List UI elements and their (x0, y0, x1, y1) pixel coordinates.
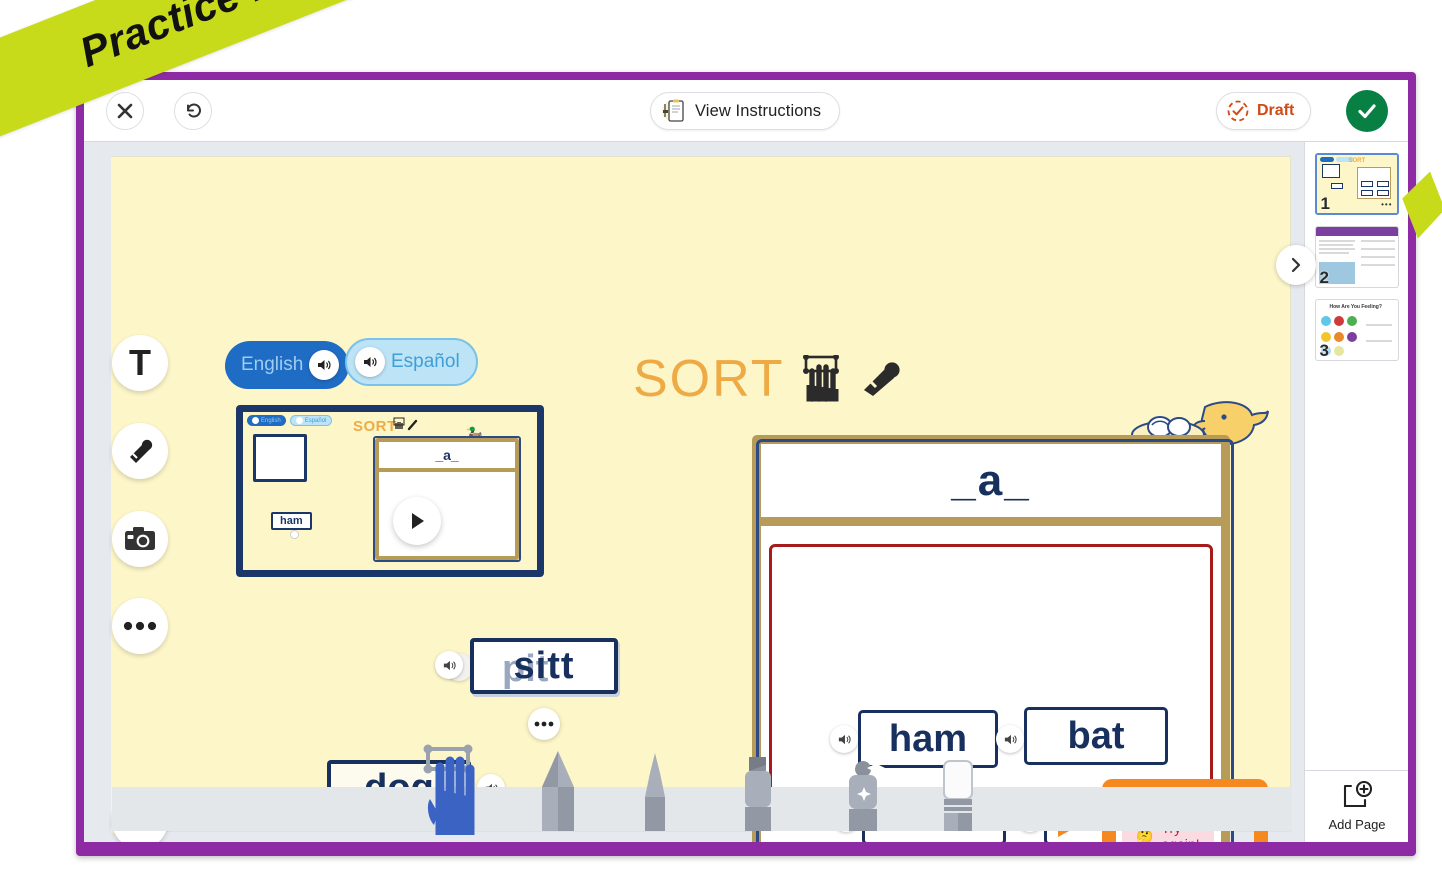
word-card-label: ham (888, 717, 968, 760)
mini-white-box (253, 434, 307, 482)
mini-target-pattern: _a_ (379, 442, 515, 472)
page-number: 3 (1319, 341, 1329, 360)
sidebar-item-camera-tool[interactable] (112, 511, 168, 567)
sidebar-item-more-tool[interactable] (112, 598, 168, 654)
draft-status-button[interactable]: Draft (1216, 92, 1312, 130)
page-number: 1 (1320, 194, 1330, 213)
sort-title-text: SORT (633, 350, 785, 408)
app-root: View Instructions Draft English Español … (0, 0, 1442, 874)
language-label-espanol: Español (391, 351, 460, 372)
thumb3-title: How Are You Feeling? (1329, 304, 1382, 310)
check-icon (1358, 104, 1376, 119)
move-tool[interactable] (422, 743, 492, 835)
undo-icon (187, 103, 201, 118)
speaker-icon[interactable] (355, 347, 385, 377)
canvas-tool-rail: T (111, 157, 168, 842)
speaker-icon[interactable] (830, 725, 858, 753)
draft-circle-check-icon (1227, 100, 1249, 122)
target-pattern: _a_ (951, 455, 1031, 505)
drag-hand-icon (802, 355, 839, 402)
mini-word-chip: ham (271, 512, 312, 530)
view-instructions-label: View Instructions (695, 101, 822, 120)
draft-label: Draft (1257, 102, 1295, 119)
pencil-tool[interactable] (532, 749, 584, 831)
word-card-label: sitt (513, 644, 575, 687)
play-icon (412, 513, 424, 529)
sidebar-item-record-tool[interactable] (112, 423, 168, 479)
thumb1-sort-label: SORT (1348, 158, 1366, 164)
language-button-espanol[interactable]: Español (345, 338, 478, 386)
language-button-english[interactable]: English (225, 341, 350, 389)
mini-word-dot (290, 530, 299, 539)
mini-cloud-english: English (247, 415, 286, 426)
drawing-tool-shelf (112, 787, 1292, 831)
ellipsis-icon (534, 721, 554, 727)
add-page-label: Add Page (1328, 817, 1386, 832)
top-toolbar: View Instructions Draft (84, 80, 1408, 142)
speaker-icon[interactable] (996, 725, 1024, 753)
play-button[interactable] (393, 497, 441, 545)
sidebar-item-text-tool[interactable]: T (112, 335, 168, 391)
chevron-right-icon (1291, 257, 1301, 273)
mini-cloud-espanol: Español (289, 415, 333, 426)
camera-icon (125, 527, 155, 550)
add-page-icon (1343, 781, 1373, 808)
page-thumbnail-3[interactable]: How Are You Feeling? 3 (1314, 299, 1399, 361)
page-thumbnail-2[interactable]: 2 (1314, 226, 1399, 288)
activity-canvas[interactable]: English Español English Español SORT ham… (111, 156, 1292, 842)
close-button[interactable] (106, 92, 144, 130)
app-window-inner: View Instructions Draft English Español … (84, 80, 1408, 842)
pen-tool[interactable] (632, 751, 678, 831)
instruction-video-panel[interactable]: English Español SORT ham 🦆 _a_ (236, 405, 544, 577)
mini-title-icons (393, 417, 418, 431)
glitter-pen-tool[interactable] (834, 753, 890, 831)
eraser-tool[interactable] (934, 759, 982, 831)
close-icon (117, 103, 133, 119)
instructions-doc-icon (661, 98, 687, 124)
word-card-sitt-group[interactable]: pit sitt (435, 638, 618, 694)
microphone-icon (130, 439, 153, 463)
word-card-sitt[interactable]: pit sitt (470, 638, 618, 694)
speaker-icon[interactable] (309, 350, 340, 380)
word-card-bat[interactable]: bat (1024, 707, 1168, 765)
page-thumbnail-1[interactable]: SORT ••• 1 (1314, 153, 1399, 215)
page-thumbnail-panel: SORT ••• 1 2 How Are You Feeling? 3 Add … (1304, 142, 1408, 842)
practice-mode-label: Practice Mode (73, 0, 362, 77)
language-label-english: English (241, 354, 304, 375)
word-card-options-button[interactable] (528, 708, 560, 740)
page-title: SORT (633, 349, 905, 409)
collapse-panel-button[interactable] (1276, 245, 1316, 285)
app-window-frame: View Instructions Draft English Español … (76, 72, 1416, 856)
speaker-icon[interactable] (435, 651, 463, 679)
microphone-icon (863, 362, 900, 396)
page-number: 2 (1319, 268, 1329, 287)
ellipsis-icon (123, 621, 157, 631)
add-page-button[interactable]: Add Page (1305, 770, 1408, 842)
word-card-label: bat (1067, 714, 1125, 757)
mini-language-buttons: English Español (247, 415, 333, 426)
publish-button[interactable] (1346, 90, 1388, 132)
canvas-area: English Español English Español SORT ham… (84, 142, 1316, 842)
target-pattern-header: _a_ (761, 444, 1221, 526)
marker-tool[interactable] (732, 753, 784, 831)
mini-sort-frame: _a_ (375, 438, 519, 560)
mini-sort-title: SORT (353, 418, 397, 435)
undo-button[interactable] (174, 92, 212, 130)
sort-activity-frame: _a_ ham bat 🤔 (752, 435, 1234, 842)
text-T-icon: T (129, 342, 151, 383)
view-instructions-button[interactable]: View Instructions (650, 92, 841, 130)
